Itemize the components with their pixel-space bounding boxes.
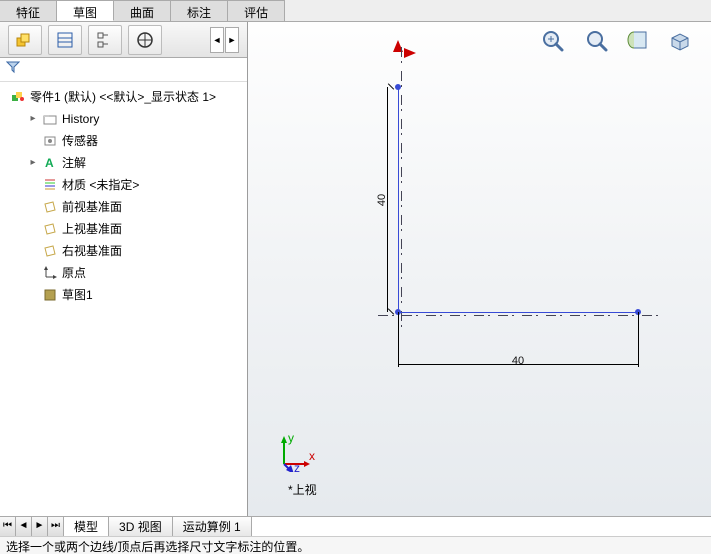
view-toolbar <box>533 22 701 58</box>
tree-item-material[interactable]: 材质 <未指定> <box>6 174 241 196</box>
plane-icon <box>42 199 58 215</box>
graphics-canvas[interactable]: 40 40 x y z *上视 <box>248 22 711 516</box>
folder-icon <box>42 111 58 127</box>
tree-item-annotations[interactable]: ▸ A 注解 <box>6 152 241 174</box>
tab-annotate[interactable]: 标注 <box>171 0 228 21</box>
vertical-centerline[interactable] <box>401 47 402 327</box>
vertical-line[interactable] <box>398 87 399 312</box>
tree-item-top-plane[interactable]: 上视基准面 <box>6 218 241 240</box>
x-axis-label: x <box>309 449 315 463</box>
tree-item-label: 上视基准面 <box>62 220 122 238</box>
horizontal-dimension[interactable]: 40 <box>398 357 638 371</box>
tree-root-label: 零件1 (默认) <<默认>_显示状态 1> <box>30 88 216 106</box>
expand-icon[interactable]: ▸ <box>28 154 38 172</box>
endpoint-marker[interactable] <box>395 84 401 90</box>
tab-nav-first[interactable]: ⏮ <box>0 517 16 536</box>
tab-nav-prev[interactable]: ◄ <box>16 517 32 536</box>
status-text: 选择一个或两个边线/顶点后再选择尺寸文字标注的位置。 <box>6 540 309 554</box>
plane-icon <box>42 221 58 237</box>
bottom-tab-model[interactable]: 模型 <box>64 517 109 536</box>
tree-item-label: 草图1 <box>62 286 93 304</box>
vertical-dimension-value: 40 <box>376 193 388 205</box>
tree-item-right-plane[interactable]: 右视基准面 <box>6 240 241 262</box>
tree-item-label: 原点 <box>62 264 86 282</box>
view-orientation-button[interactable] <box>663 26 697 54</box>
tree-item-front-plane[interactable]: 前视基准面 <box>6 196 241 218</box>
feature-manager-panel: ◄ ► 零件1 (默认) <<默认>_显示状态 1> ▸ History 传感 <box>0 22 248 516</box>
horizontal-centerline[interactable] <box>378 315 658 316</box>
tree-item-label: 前视基准面 <box>62 198 122 216</box>
dimxpert-manager-tab-button[interactable] <box>128 25 162 55</box>
status-bar: 选择一个或两个边线/顶点后再选择尺寸文字标注的位置。 <box>0 536 711 554</box>
property-manager-tab-button[interactable] <box>48 25 82 55</box>
tab-nav-next[interactable]: ► <box>32 517 48 536</box>
orientation-triad[interactable]: x y z <box>276 432 316 472</box>
feature-tree: 零件1 (默认) <<默认>_显示状态 1> ▸ History 传感器 ▸ A… <box>0 82 247 516</box>
tree-item-history[interactable]: ▸ History <box>6 108 241 130</box>
tab-nav-last[interactable]: ⏭ <box>48 517 64 536</box>
tree-item-label: 右视基准面 <box>62 242 122 260</box>
tree-item-sketch1[interactable]: 草图1 <box>6 284 241 306</box>
tree-root[interactable]: 零件1 (默认) <<默认>_显示状态 1> <box>6 86 241 108</box>
sensor-icon <box>42 133 58 149</box>
bottom-tab-track <box>252 517 711 536</box>
bottom-tab-3dview[interactable]: 3D 视图 <box>109 517 173 536</box>
tab-features[interactable]: 特征 <box>0 0 57 21</box>
part-icon <box>10 89 26 105</box>
tab-surface[interactable]: 曲面 <box>114 0 171 21</box>
main-area: ◄ ► 零件1 (默认) <<默认>_显示状态 1> ▸ History 传感 <box>0 22 711 516</box>
svg-text:A: A <box>45 156 54 170</box>
tree-item-label: 注解 <box>62 154 86 172</box>
tree-item-label: 传感器 <box>62 132 98 150</box>
horizontal-line[interactable] <box>398 312 638 313</box>
expand-icon[interactable]: ▸ <box>28 110 38 128</box>
material-icon <box>42 177 58 193</box>
z-axis-label: z <box>294 461 300 472</box>
tree-item-label: 材质 <未指定> <box>62 176 139 194</box>
tab-evaluate[interactable]: 评估 <box>228 0 285 21</box>
y-axis-label: y <box>288 432 294 445</box>
tree-item-origin[interactable]: 原点 <box>6 262 241 284</box>
configuration-manager-tab-button[interactable] <box>88 25 122 55</box>
zoom-area-button[interactable] <box>579 26 613 54</box>
origin-right-arrow-icon <box>404 48 416 58</box>
annotation-icon: A <box>42 155 58 171</box>
tree-filter-bar[interactable] <box>0 58 247 82</box>
vertical-dimension[interactable]: 40 <box>380 87 394 312</box>
tree-item-sensors[interactable]: 传感器 <box>6 130 241 152</box>
horizontal-dimension-value: 40 <box>512 355 524 367</box>
current-view-name: *上视 <box>288 481 317 498</box>
zoom-to-fit-button[interactable] <box>537 26 571 54</box>
tree-item-label: History <box>62 110 99 128</box>
panel-toolbar: ◄ ► <box>0 22 247 58</box>
section-view-button[interactable] <box>621 26 655 54</box>
panel-next-button[interactable]: ► <box>225 27 239 53</box>
panel-prev-button[interactable]: ◄ <box>210 27 224 53</box>
panel-overflow-arrows: ◄ ► <box>210 27 239 53</box>
plane-icon <box>42 243 58 259</box>
bottom-tab-motion[interactable]: 运动算例 1 <box>173 517 252 536</box>
ribbon-tabs: 特征 草图 曲面 标注 评估 <box>0 0 711 22</box>
sketch-icon <box>42 287 58 303</box>
funnel-icon <box>6 60 20 74</box>
origin-icon <box>42 265 58 281</box>
bottom-tab-strip: ⏮ ◄ ► ⏭ 模型 3D 视图 运动算例 1 <box>0 516 711 536</box>
tab-sketch[interactable]: 草图 <box>57 0 114 21</box>
feature-manager-tab-button[interactable] <box>8 25 42 55</box>
